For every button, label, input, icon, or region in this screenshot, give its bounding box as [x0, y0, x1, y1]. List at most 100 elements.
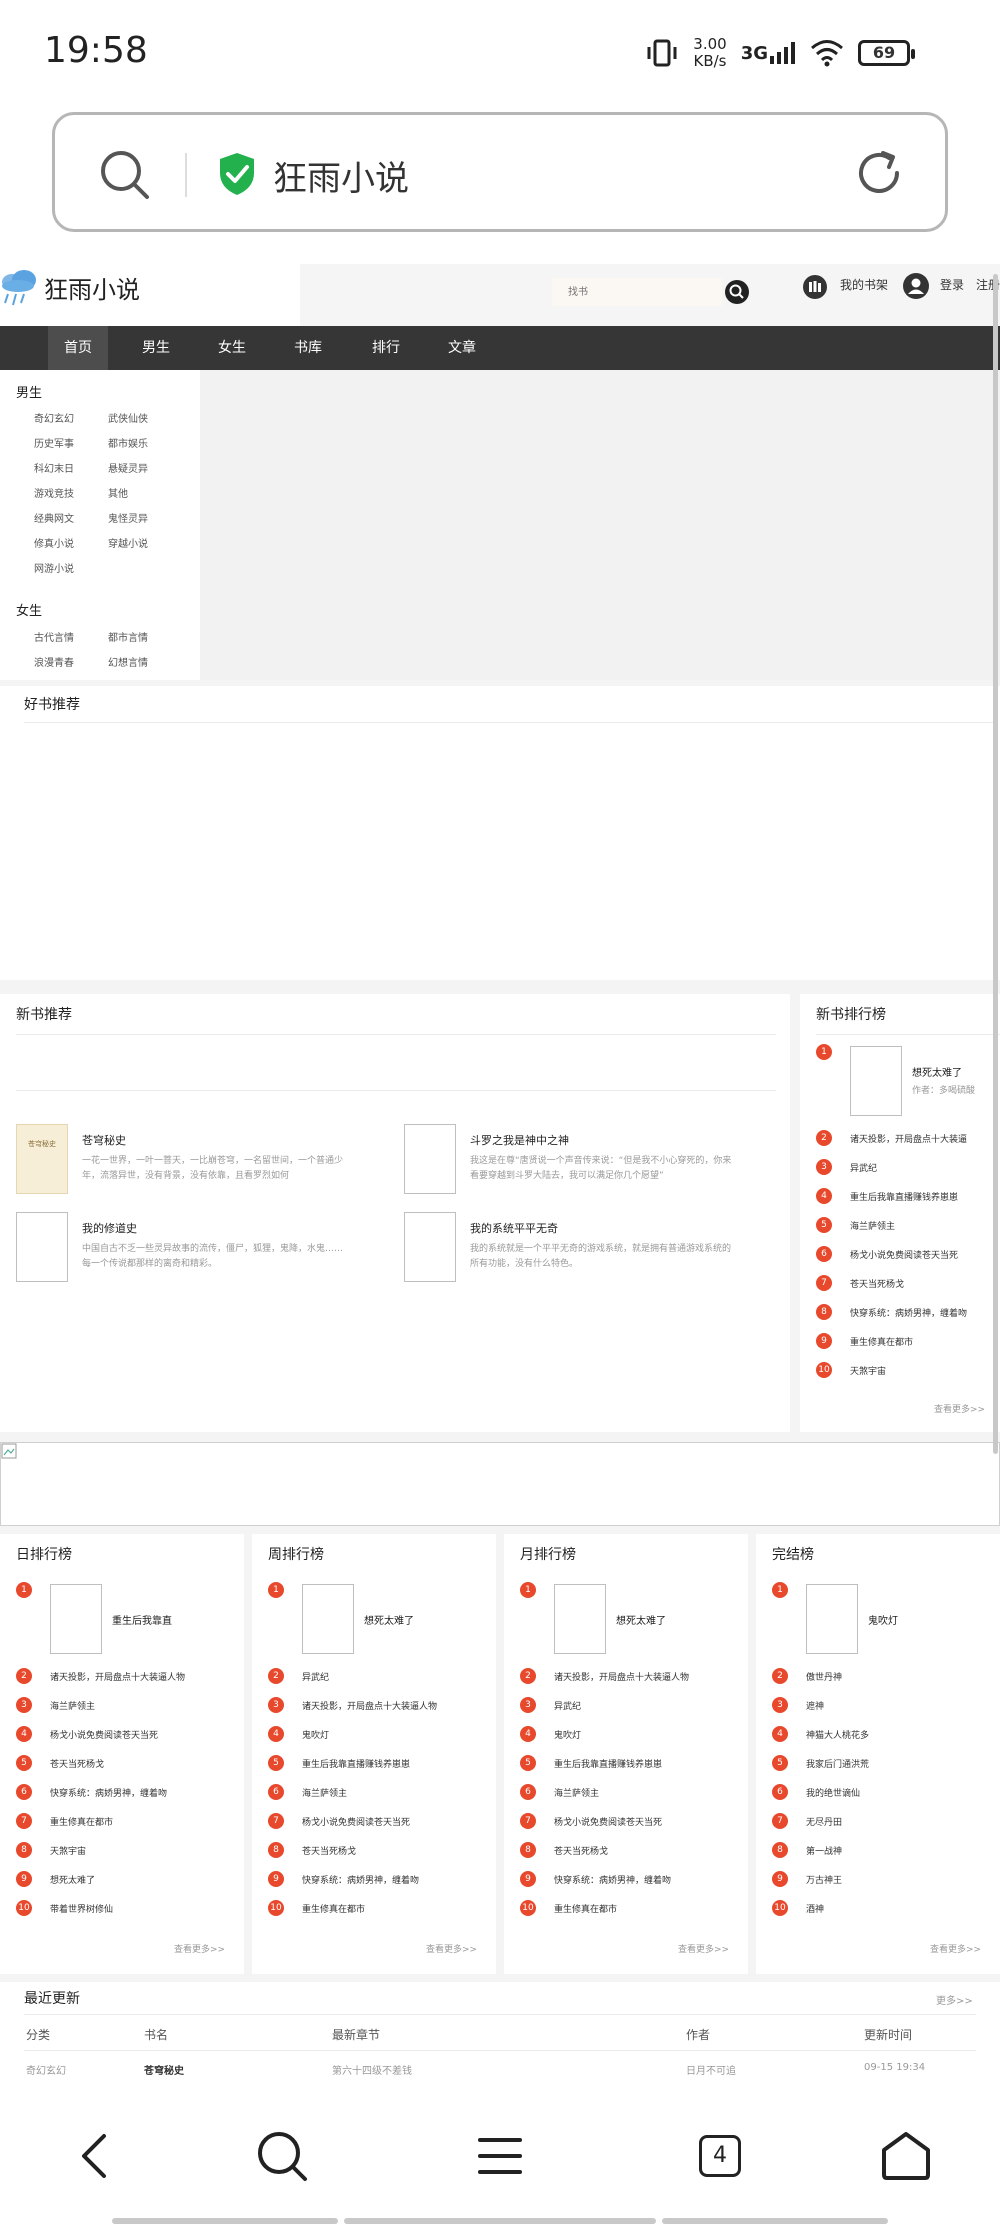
- rank-top-title[interactable]: 想死太难了: [616, 1612, 666, 1627]
- category-link[interactable]: 奇幻玄幻: [34, 410, 74, 425]
- rank-item[interactable]: 重生修真在都市: [554, 1902, 744, 1915]
- rank-item[interactable]: 诸天投影，开局盘点十大装逼人物: [554, 1670, 744, 1683]
- rank-item[interactable]: 我的绝世谪仙: [806, 1786, 996, 1799]
- rank-item[interactable]: 傲世丹神: [806, 1670, 996, 1683]
- refresh-icon[interactable]: [853, 147, 905, 199]
- rank-item[interactable]: 诸天投影，开局盘点十大装逼人物: [50, 1670, 240, 1683]
- page-scrollbar[interactable]: [993, 274, 998, 1454]
- search-button[interactable]: [252, 2126, 312, 2186]
- rank-item[interactable]: 重生后我靠直播赚钱养崽崽: [850, 1190, 998, 1203]
- rank-item[interactable]: 鬼吹灯: [554, 1728, 744, 1741]
- rank-item[interactable]: 海兰萨领主: [302, 1786, 492, 1799]
- rank-item[interactable]: 重生修真在都市: [50, 1815, 240, 1828]
- book-cover[interactable]: [404, 1212, 456, 1282]
- login-link[interactable]: 登录: [940, 276, 964, 293]
- rank-item[interactable]: 天煞宇宙: [850, 1364, 998, 1377]
- view-more-link[interactable]: 查看更多>>: [426, 1942, 477, 1955]
- rank-item[interactable]: 异武纪: [302, 1670, 492, 1683]
- bookshelf-icon[interactable]: [802, 274, 828, 300]
- search-icon[interactable]: [97, 147, 153, 203]
- category-link[interactable]: 鬼怪灵异: [108, 510, 148, 525]
- rank-top-title[interactable]: 重生后我靠直: [112, 1612, 172, 1627]
- rank-item[interactable]: 苍天当死杨戈: [850, 1277, 998, 1290]
- rank-item[interactable]: 天煞宇宙: [50, 1844, 240, 1857]
- category-link[interactable]: 网游小说: [34, 560, 74, 575]
- category-link[interactable]: 穿越小说: [108, 535, 148, 550]
- category-link[interactable]: 都市言情: [108, 629, 148, 644]
- rank-item[interactable]: 杨戈小说免费阅读苍天当死: [850, 1248, 998, 1261]
- rank-item[interactable]: 杨戈小说免费阅读苍天当死: [302, 1815, 492, 1828]
- row-category[interactable]: 奇幻玄幻: [26, 2062, 66, 2077]
- book-cover[interactable]: [50, 1584, 102, 1654]
- category-link[interactable]: 武侠仙侠: [108, 410, 148, 425]
- rank-item[interactable]: 快穿系统：病娇男神，缠着吻: [850, 1306, 998, 1319]
- rank-item[interactable]: 第一战神: [806, 1844, 996, 1857]
- rank-item[interactable]: 快穿系统：病娇男神，缠着吻: [50, 1786, 240, 1799]
- search-button-icon[interactable]: [722, 278, 752, 306]
- tabs-button[interactable]: 4: [690, 2126, 750, 2186]
- home-button[interactable]: [876, 2126, 936, 2186]
- rank-item[interactable]: 快穿系统：病娇男神，缠着吻: [554, 1873, 744, 1886]
- rank-top-title[interactable]: 鬼吹灯: [868, 1612, 898, 1627]
- category-link[interactable]: 都市娱乐: [108, 435, 148, 450]
- rank-item[interactable]: 海兰萨领主: [554, 1786, 744, 1799]
- category-link[interactable]: 浪漫青春: [34, 654, 74, 669]
- book-cover[interactable]: [16, 1212, 68, 1282]
- rank-item[interactable]: 遮神: [806, 1699, 996, 1712]
- site-logo[interactable]: 狂雨小说: [0, 264, 300, 326]
- book-cover[interactable]: 苍穹秘史: [16, 1124, 68, 1194]
- rank-item[interactable]: 酒神: [806, 1902, 996, 1915]
- rank-item[interactable]: 杨戈小说免费阅读苍天当死: [50, 1728, 240, 1741]
- rank-item[interactable]: 神猫大人桃花多: [806, 1728, 996, 1741]
- rank-top-title[interactable]: 想死太难了: [912, 1064, 962, 1079]
- category-link[interactable]: 历史军事: [34, 435, 74, 450]
- rank-item[interactable]: 无尽丹田: [806, 1815, 996, 1828]
- menu-button[interactable]: [470, 2126, 530, 2186]
- view-more-link[interactable]: 查看更多>>: [678, 1942, 729, 1955]
- nav-item-articles[interactable]: 文章: [432, 326, 492, 370]
- ad-banner[interactable]: [0, 1442, 1000, 1526]
- rank-item[interactable]: 海兰萨领主: [50, 1699, 240, 1712]
- nav-item-male[interactable]: 男生: [126, 326, 186, 370]
- rank-item[interactable]: 诸天投影，开局盘点十大装逼人物: [302, 1699, 492, 1712]
- address-bar[interactable]: 狂雨小说: [52, 112, 948, 232]
- book-cover[interactable]: [404, 1124, 456, 1194]
- category-link[interactable]: 其他: [108, 485, 128, 500]
- rank-item[interactable]: 万古神王: [806, 1873, 996, 1886]
- book-cover[interactable]: [806, 1584, 858, 1654]
- rank-item[interactable]: 苍天当死杨戈: [302, 1844, 492, 1857]
- rank-item[interactable]: 想死太难了: [50, 1873, 240, 1886]
- category-link[interactable]: 修真小说: [34, 535, 74, 550]
- book-cover[interactable]: [302, 1584, 354, 1654]
- rank-item[interactable]: 我家后门通洪荒: [806, 1757, 996, 1770]
- rank-item[interactable]: 诸天投影，开局盘点十大装逼: [850, 1132, 998, 1145]
- category-link[interactable]: 科幻末日: [34, 460, 74, 475]
- book-search-input[interactable]: [552, 278, 722, 306]
- category-link[interactable]: 游戏竞技: [34, 485, 74, 500]
- rank-item[interactable]: 重生后我靠直播赚钱养崽崽: [554, 1757, 744, 1770]
- rank-item[interactable]: 带着世界树修仙: [50, 1902, 240, 1915]
- nav-item-library[interactable]: 书库: [278, 326, 338, 370]
- book-title[interactable]: 斗罗之我是神中之神: [470, 1132, 569, 1148]
- rank-item[interactable]: 重生修真在都市: [302, 1902, 492, 1915]
- row-chapter[interactable]: 第六十四级不差钱: [332, 2062, 412, 2077]
- rank-item[interactable]: 异武纪: [554, 1699, 744, 1712]
- recent-more-link[interactable]: 更多>>: [936, 1992, 973, 2007]
- book-title[interactable]: 我的系统平平无奇: [470, 1220, 558, 1236]
- rank-item[interactable]: 快穿系统：病娇男神，缠着吻: [302, 1873, 492, 1886]
- book-cover[interactable]: [554, 1584, 606, 1654]
- rank-item[interactable]: 杨戈小说免费阅读苍天当死: [554, 1815, 744, 1828]
- view-more-link[interactable]: 查看更多>>: [934, 1402, 985, 1415]
- view-more-link[interactable]: 查看更多>>: [174, 1942, 225, 1955]
- nav-item-ranking[interactable]: 排行: [356, 326, 416, 370]
- book-cover[interactable]: [850, 1046, 902, 1116]
- view-more-link[interactable]: 查看更多>>: [930, 1942, 981, 1955]
- rank-item[interactable]: 苍天当死杨戈: [50, 1757, 240, 1770]
- book-title[interactable]: 我的修道史: [82, 1220, 137, 1236]
- rank-item[interactable]: 苍天当死杨戈: [554, 1844, 744, 1857]
- rank-item[interactable]: 异武纪: [850, 1161, 998, 1174]
- rank-item[interactable]: 海兰萨领主: [850, 1219, 998, 1232]
- category-link[interactable]: 悬疑灵异: [108, 460, 148, 475]
- row-book-title[interactable]: 苍穹秘史: [144, 2062, 184, 2077]
- category-link[interactable]: 经典网文: [34, 510, 74, 525]
